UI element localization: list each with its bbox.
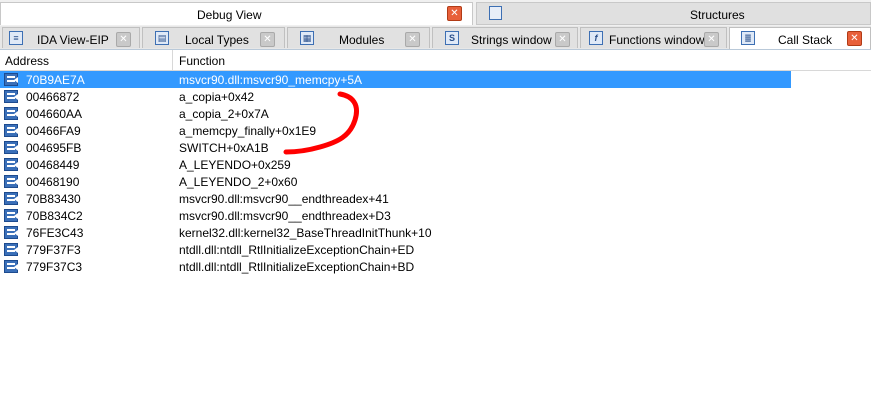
table-row[interactable]: 70B834C2 msvcr90.dll:msvcr90__endthreade… xyxy=(0,207,791,224)
local-types-icon: ▤ xyxy=(155,31,169,45)
close-icon[interactable]: ✕ xyxy=(260,32,275,47)
stack-frame-icon xyxy=(4,226,18,239)
function-cell: kernel32.dll:kernel32_BaseThreadInitThun… xyxy=(179,226,432,240)
stack-frame-icon xyxy=(4,107,18,120)
address-cell: 70B9AE7A xyxy=(26,73,85,87)
stack-frame-icon xyxy=(4,260,18,273)
stack-frame-icon xyxy=(4,243,18,256)
stack-frame-icon xyxy=(4,175,18,188)
table-row[interactable]: 779F37F3 ntdll.dll:ntdll_RtlInitializeEx… xyxy=(0,241,791,258)
modules-icon: ▦ xyxy=(300,31,314,45)
call-stack-icon: ≣ xyxy=(741,31,755,45)
address-cell: 004660AA xyxy=(26,107,83,121)
table-row[interactable]: 00466FA9 a_memcpy_finally+0x1E9 xyxy=(0,122,791,139)
address-cell: 779F37C3 xyxy=(26,260,83,274)
function-cell: a_memcpy_finally+0x1E9 xyxy=(179,124,317,138)
structures-icon xyxy=(489,6,502,20)
address-cell: 779F37F3 xyxy=(26,243,81,257)
tab-structures[interactable]: Structures xyxy=(476,2,871,25)
close-icon[interactable]: ✕ xyxy=(847,31,862,46)
address-cell: 00468190 xyxy=(26,175,80,189)
table-row[interactable]: 70B83430 msvcr90.dll:msvcr90__endthreade… xyxy=(0,190,791,207)
view-tab-bar: ≡ IDA View-EIP ✕ ▤ Local Types ✕ ▦ Modul… xyxy=(0,26,871,50)
column-divider[interactable] xyxy=(172,50,173,70)
function-cell: a_copia+0x42 xyxy=(179,90,255,104)
function-cell: SWITCH+0xA1B xyxy=(179,141,269,155)
tab-call-stack[interactable]: ≣ Call Stack ✕ xyxy=(729,27,871,49)
address-cell: 00466FA9 xyxy=(26,124,81,138)
close-icon[interactable]: ✕ xyxy=(116,32,131,47)
table-row[interactable]: 00468190 A_LEYENDO_2+0x60 xyxy=(0,173,791,190)
address-cell: 00466872 xyxy=(26,90,80,104)
tab-modules-label: Modules xyxy=(339,33,385,47)
function-cell: a_copia_2+0x7A xyxy=(179,107,269,121)
table-row[interactable]: 004695FB SWITCH+0xA1B xyxy=(0,139,791,156)
function-cell: msvcr90.dll:msvcr90_memcpy+5A xyxy=(179,73,363,87)
stack-frame-icon xyxy=(4,158,18,171)
tab-ida-view-eip-label: IDA View-EIP xyxy=(37,33,109,47)
tab-structures-label: Structures xyxy=(690,8,745,22)
close-icon[interactable]: ✕ xyxy=(405,32,420,47)
column-header-function[interactable]: Function xyxy=(179,54,225,68)
close-icon[interactable]: ✕ xyxy=(555,32,570,47)
table-row[interactable]: 76FE3C43 kernel32.dll:kernel32_BaseThrea… xyxy=(0,224,791,241)
tab-debug-view[interactable]: Debug View ✕ xyxy=(0,2,473,25)
ida-view-icon: ≡ xyxy=(9,31,23,45)
function-cell: ntdll.dll:ntdll_RtlInitializeExceptionCh… xyxy=(179,260,415,274)
function-cell: A_LEYENDO+0x259 xyxy=(179,158,291,172)
tab-call-stack-label: Call Stack xyxy=(778,33,833,47)
column-header-address[interactable]: Address xyxy=(5,54,49,68)
stack-frame-icon xyxy=(4,90,18,103)
address-cell: 004695FB xyxy=(26,141,82,155)
tab-modules[interactable]: ▦ Modules ✕ xyxy=(287,27,430,48)
functions-icon: f xyxy=(589,31,603,45)
table-row[interactable]: 00468449 A_LEYENDO+0x259 xyxy=(0,156,791,173)
close-icon[interactable]: ✕ xyxy=(704,32,719,47)
tab-local-types-label: Local Types xyxy=(185,33,249,47)
table-header: Address Function xyxy=(0,50,871,71)
function-cell: A_LEYENDO_2+0x60 xyxy=(179,175,298,189)
tab-strings-window-label: Strings window xyxy=(471,33,552,47)
address-cell: 70B834C2 xyxy=(26,209,83,223)
table-row[interactable]: 004660AA a_copia_2+0x7A xyxy=(0,105,791,122)
tab-strings-window[interactable]: S Strings window ✕ xyxy=(432,27,578,48)
tab-functions-window[interactable]: f Functions window ✕ xyxy=(580,27,727,48)
stack-frame-icon xyxy=(4,73,18,86)
tab-functions-window-label: Functions window xyxy=(609,33,705,47)
stack-frame-icon xyxy=(4,141,18,154)
table-row[interactable]: 70B9AE7A msvcr90.dll:msvcr90_memcpy+5A xyxy=(0,71,791,88)
function-cell: msvcr90.dll:msvcr90__endthreadex+D3 xyxy=(179,209,391,223)
strings-icon: S xyxy=(445,31,459,45)
stack-frame-icon xyxy=(4,124,18,137)
table-row[interactable]: 00466872 a_copia+0x42 xyxy=(0,88,791,105)
table-row[interactable]: 779F37C3 ntdll.dll:ntdll_RtlInitializeEx… xyxy=(0,258,791,275)
top-tab-bar: Debug View ✕ Structures xyxy=(0,0,871,26)
call-stack-list: 70B9AE7A msvcr90.dll:msvcr90_memcpy+5A 0… xyxy=(0,71,871,275)
stack-frame-icon xyxy=(4,192,18,205)
tab-local-types[interactable]: ▤ Local Types ✕ xyxy=(142,27,285,48)
function-cell: msvcr90.dll:msvcr90__endthreadex+41 xyxy=(179,192,389,206)
tab-ida-view-eip[interactable]: ≡ IDA View-EIP ✕ xyxy=(2,27,140,48)
address-cell: 00468449 xyxy=(26,158,80,172)
close-icon[interactable]: ✕ xyxy=(447,6,462,21)
tab-debug-view-label: Debug View xyxy=(197,8,262,22)
address-cell: 76FE3C43 xyxy=(26,226,84,240)
stack-frame-icon xyxy=(4,209,18,222)
address-cell: 70B83430 xyxy=(26,192,81,206)
function-cell: ntdll.dll:ntdll_RtlInitializeExceptionCh… xyxy=(179,243,415,257)
